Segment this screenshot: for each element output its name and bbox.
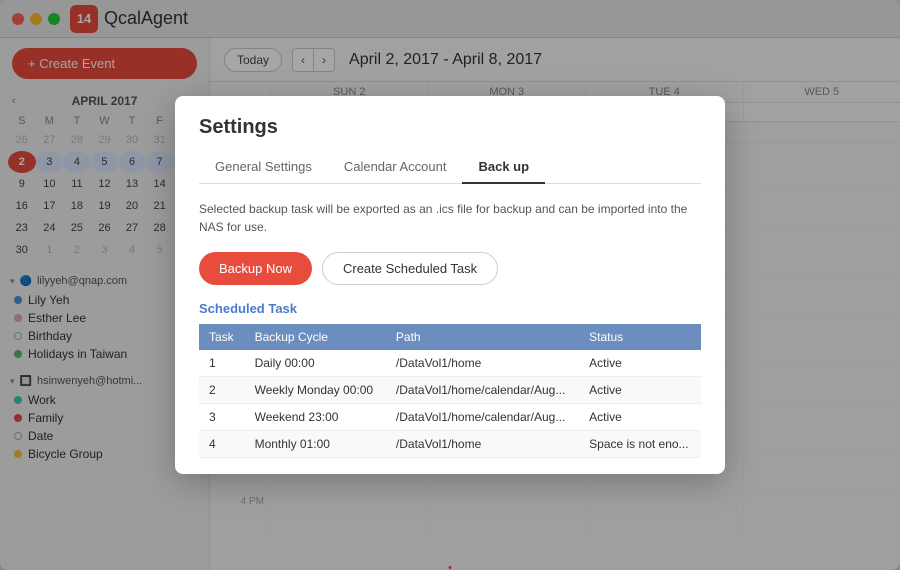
col-backup-cycle: Backup Cycle [245,324,386,350]
tab-general-settings[interactable]: General Settings [210,151,328,184]
app-window: 14 QcalAgent + Create Event ‹ APRIL 2017… [0,0,900,570]
modal-body: Selected backup task will be exported as… [210,184,725,474]
col-status: Status [579,324,701,350]
task-cell: Weekly Monday 00:00 [245,377,386,404]
task-cell: 3 [210,404,245,431]
table-row[interactable]: 3Weekend 23:00/DataVol1/home/calendar/Au… [210,404,701,431]
col-path: Path [386,324,579,350]
task-cell: 4 [210,431,245,458]
modal-title: Settings [210,96,725,139]
status-cell: Active [579,350,701,377]
tab-calendar-account[interactable]: Calendar Account [328,151,463,184]
create-scheduled-task-button[interactable]: Create Scheduled Task [322,252,498,285]
table-row[interactable]: 4Monthly 01:00/DataVol1/homeSpace is not… [210,431,701,458]
settings-modal: Settings General Settings Calendar Accou… [210,96,725,474]
modal-description: Selected backup task will be exported as… [210,200,701,236]
content-area: Today ‹ › April 2, 2017 - April 8, 2017 … [210,38,900,570]
task-cell: /DataVol1/home [386,431,579,458]
task-cell: /DataVol1/home/calendar/Aug... [386,377,579,404]
task-cell: Monthly 01:00 [245,431,386,458]
backup-now-button[interactable]: Backup Now [210,252,312,285]
status-cell: Active [579,404,701,431]
modal-overlay: Settings General Settings Calendar Accou… [210,38,900,570]
task-cell: /DataVol1/home/calendar/Aug... [386,404,579,431]
modal-tabs: General Settings Calendar Account Back u… [210,151,701,184]
col-task: Task [210,324,245,350]
scheduled-task-title: Scheduled Task [210,301,701,316]
status-cell: Active [579,377,701,404]
task-cell: Daily 00:00 [245,350,386,377]
status-cell: Space is not eno... [579,431,701,458]
table-row[interactable]: 2Weekly Monday 00:00/DataVol1/home/calen… [210,377,701,404]
task-cell: Weekend 23:00 [245,404,386,431]
task-table: Task Backup Cycle Path Status 1Daily 00:… [210,324,701,458]
task-cell: /DataVol1/home [386,350,579,377]
tab-backup[interactable]: Back up [462,151,545,184]
task-cell: 1 [210,350,245,377]
task-cell: 2 [210,377,245,404]
modal-actions: Backup Now Create Scheduled Task [210,252,701,285]
main-layout: + Create Event ‹ APRIL 2017 › S M T W [0,38,900,570]
table-row[interactable]: 1Daily 00:00/DataVol1/homeActive [210,350,701,377]
